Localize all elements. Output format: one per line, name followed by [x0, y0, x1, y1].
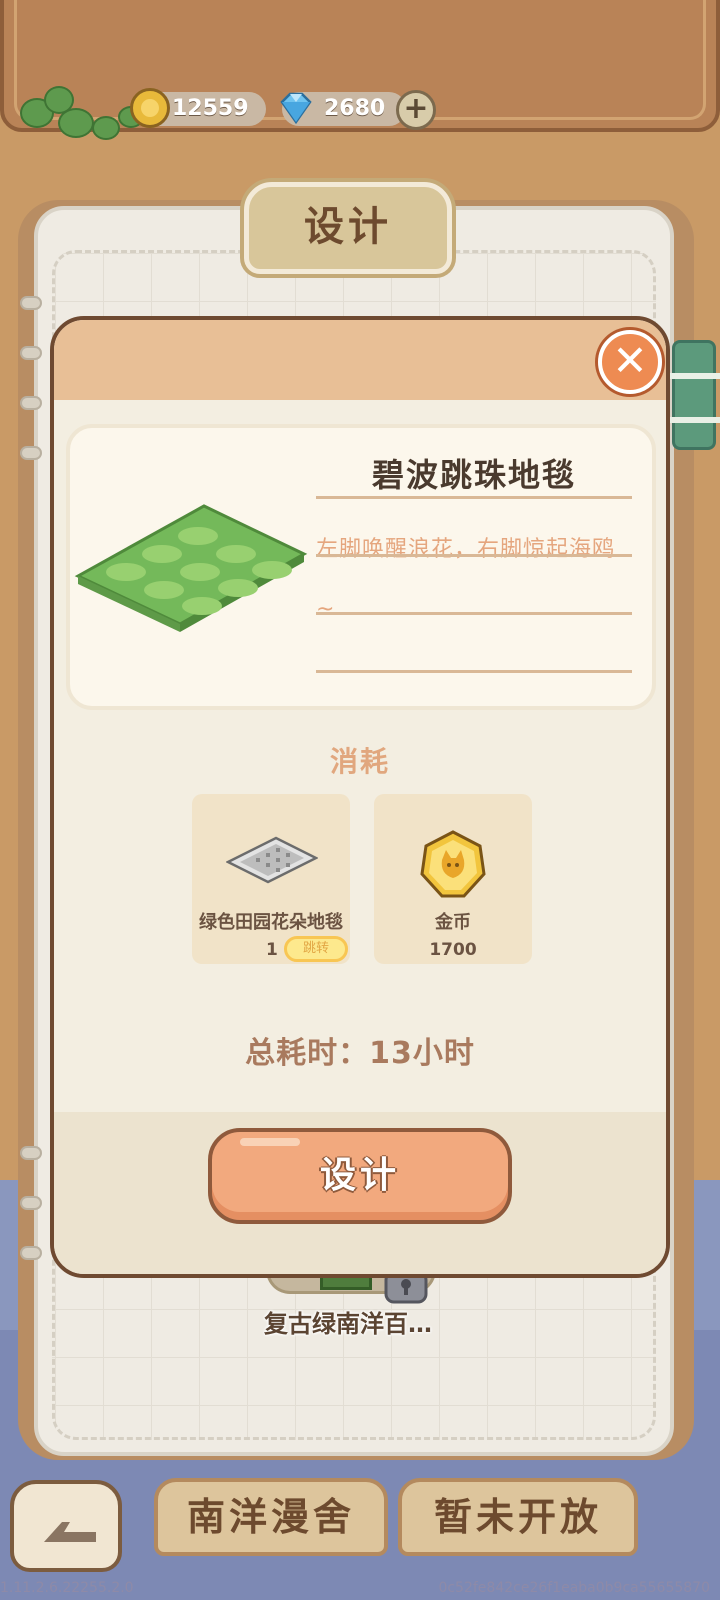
name-underline — [316, 496, 632, 499]
cost-material-name: 绿色田园花朵地毯 — [199, 912, 343, 933]
dialog-header — [54, 320, 666, 400]
gem-counter: 2680 — [280, 92, 406, 126]
cost-item-material: 绿色田园花朵地毯 1 跳转 — [192, 794, 350, 964]
binder-ring — [20, 296, 42, 310]
tab-nanyang-house[interactable]: 南洋漫舍 — [154, 1478, 388, 1556]
cost-material-quantity: 1 — [266, 940, 278, 960]
diamond-icon — [280, 92, 312, 125]
cost-item-gold: 金币 1700 — [374, 794, 532, 964]
tab-not-open[interactable]: 暂未开放 — [398, 1478, 638, 1556]
coin-icon — [130, 88, 170, 128]
item-name: 碧波跳珠地毯 — [371, 456, 576, 494]
cost-section-title: 消耗 — [329, 745, 390, 778]
close-icon[interactable]: ✕ — [598, 330, 662, 394]
description-line — [316, 670, 632, 673]
coin-counter: 12559 — [130, 88, 266, 128]
coin-amount: 12559 — [172, 96, 249, 121]
item-design-dialog: 碧波跳珠地毯 左脚唤醒浪花，右脚惊起海鸥~ 消耗 绿色田园花朵地毯 1 跳转 金 — [50, 316, 670, 1278]
cost-gold-quantity: 1700 — [429, 940, 477, 960]
binder-ring — [20, 446, 42, 460]
back-arrow-icon — [44, 1522, 96, 1542]
binder-ring — [20, 1246, 42, 1260]
description-line — [316, 554, 632, 557]
total-time-label: 总耗时：13小时 — [245, 1036, 475, 1071]
design-button[interactable]: 设计 — [208, 1128, 512, 1224]
jump-button[interactable]: 跳转 — [284, 936, 348, 962]
item-info-card: 碧波跳珠地毯 左脚唤醒浪花，右脚惊起海鸥~ — [66, 424, 656, 710]
design-button-label: 设计 — [319, 1155, 400, 1196]
back-button[interactable] — [10, 1480, 122, 1572]
build-hash-label: 0c52fe842ce26f1eaba0b9ca55655870 — [438, 1580, 710, 1596]
carpet-preview-image — [74, 504, 308, 632]
binder-ring — [20, 1146, 42, 1160]
side-bookmark-tab[interactable] — [665, 340, 720, 450]
add-currency-button[interactable]: + — [396, 90, 436, 130]
description-line — [316, 612, 632, 615]
design-tab-title: 设计 — [304, 204, 392, 250]
gold-coin-icon — [420, 830, 486, 898]
item-description: 左脚唤醒浪花，右脚惊起海鸥~ — [316, 537, 616, 622]
binder-ring — [20, 346, 42, 360]
version-label: 1.11.2.6.22255.2.0 — [0, 1580, 134, 1596]
binder-ring — [20, 1196, 42, 1210]
locked-item-label: 复古绿南洋百… — [264, 1310, 432, 1338]
gray-carpet-icon — [226, 836, 318, 884]
design-tab-header: 设计 — [244, 182, 452, 274]
binder-ring — [20, 396, 42, 410]
cost-gold-name: 金币 — [435, 912, 471, 933]
gem-amount: 2680 — [324, 96, 386, 121]
